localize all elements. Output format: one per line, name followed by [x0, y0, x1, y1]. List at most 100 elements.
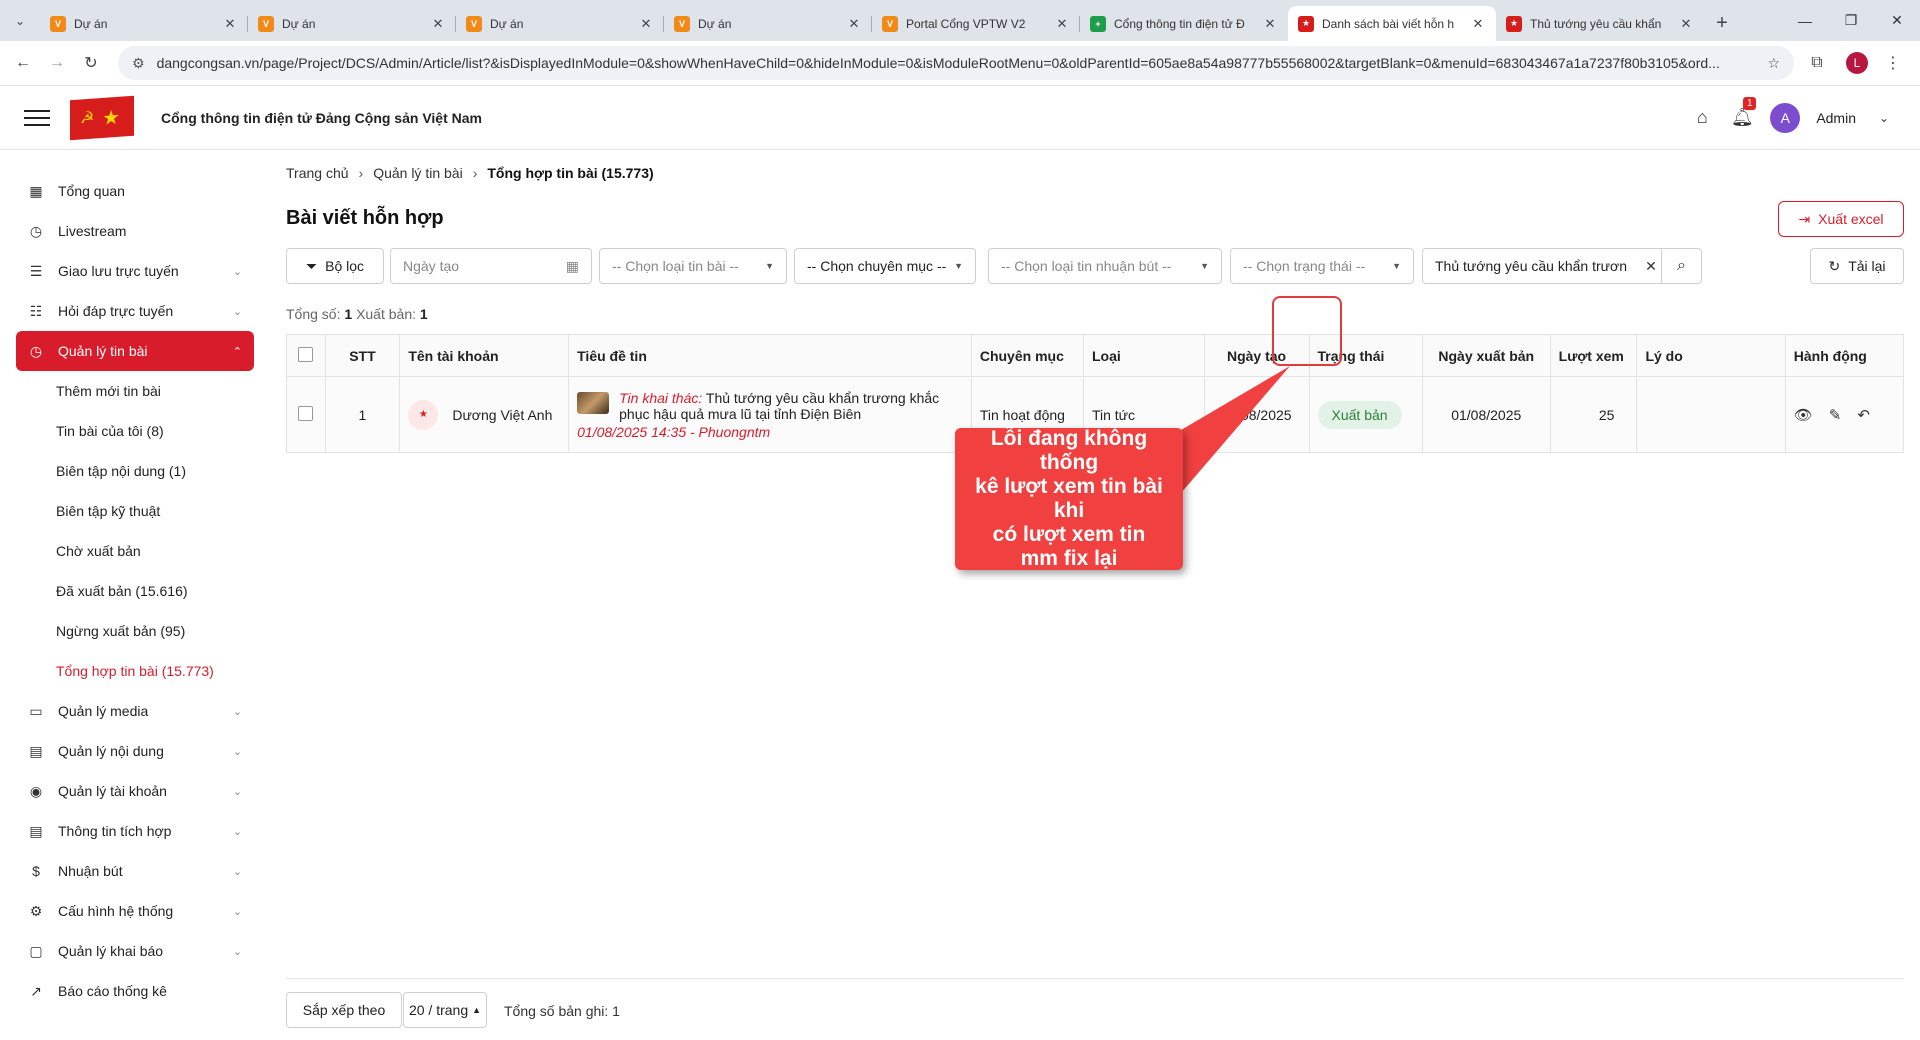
row-stt: 1	[324, 376, 401, 453]
close-icon[interactable]: ✕	[430, 16, 446, 32]
views-highlight-box	[1272, 296, 1342, 366]
sidebar-subitem[interactable]: Biên tập nội dung (1)	[16, 451, 254, 491]
sidebar-subitem[interactable]: Biên tập kỹ thuật	[16, 491, 254, 531]
browser-tab[interactable]: V Dự án ✕	[40, 6, 248, 41]
tab-search-icon[interactable]: ⌄	[0, 0, 40, 41]
select-all-checkbox[interactable]	[286, 334, 326, 377]
reload-button[interactable]: ↻ Tải lại	[1810, 248, 1904, 284]
browser-menu-icon[interactable]: ⋮	[1878, 48, 1908, 78]
royalty-type-select[interactable]: -- Chọn loại tin nhuận bút -- ▼	[988, 248, 1222, 284]
dashboard-icon: ▦	[29, 182, 43, 199]
clear-icon[interactable]: ✕	[1641, 258, 1661, 275]
totals-summary: Tổng số: 1 Xuất bản: 1	[286, 306, 428, 322]
dollar-icon: $	[32, 863, 40, 879]
bookmark-star-icon[interactable]: ☆	[1767, 55, 1780, 72]
browser-tab[interactable]: V Dự án ✕	[456, 6, 664, 41]
edit-pencil-icon[interactable]: ✎	[1829, 406, 1842, 424]
sidebar-subitem[interactable]: Thêm mới tin bài	[16, 371, 254, 411]
site-info-icon[interactable]: ⚙	[132, 55, 145, 72]
video-icon: ▭	[29, 702, 43, 719]
close-icon[interactable]: ✕	[222, 16, 238, 32]
close-icon[interactable]: ✕	[1470, 16, 1486, 32]
close-icon[interactable]: ✕	[1262, 16, 1278, 32]
export-excel-button[interactable]: ⇥ Xuất excel	[1778, 201, 1904, 237]
home-icon[interactable]: ⌂	[1690, 107, 1714, 128]
new-tab-icon[interactable]: +	[1704, 6, 1740, 41]
sidebar-item-cau-hinh[interactable]: ⚙ Cấu hình hệ thống ⌄	[16, 891, 254, 931]
close-icon[interactable]: ✕	[638, 16, 654, 32]
minimize-icon[interactable]: —	[1782, 0, 1828, 41]
hamburger-menu-icon[interactable]	[24, 109, 50, 126]
party-flag-logo: ☭ ★	[70, 95, 134, 140]
breadcrumb-section[interactable]: Quản lý tin bài	[373, 165, 463, 181]
col-header: Loại	[1082, 334, 1205, 377]
sidebar-subitem-current[interactable]: Tổng hợp tin bài (15.773)	[16, 651, 254, 691]
user-name[interactable]: Admin	[1816, 110, 1856, 126]
page-size-select[interactable]: 20 / trang ▲	[403, 992, 487, 1028]
chevron-down-icon: ⌄	[232, 705, 242, 718]
caret-down-icon: ▼	[954, 261, 963, 271]
article-meta: 01/08/2025 14:35 - Phuongntm	[577, 423, 771, 440]
sidebar-subitem[interactable]: Chờ xuất bản	[16, 531, 254, 571]
close-icon[interactable]: ✕	[1678, 16, 1694, 32]
created-date-input[interactable]: Ngày tạo ▦	[390, 248, 592, 284]
sort-select[interactable]: Sắp xếp theo	[286, 992, 402, 1028]
status-badge: Xuất bản	[1317, 400, 1402, 429]
sheets-logo-icon: +	[1090, 15, 1106, 32]
user-avatar[interactable]: A	[1770, 102, 1801, 133]
close-icon[interactable]: ✕	[1054, 16, 1070, 32]
caret-down-icon: ▼	[765, 261, 774, 271]
chevron-down-icon[interactable]: ⌄	[1872, 111, 1896, 125]
close-window-icon[interactable]: ✕	[1874, 0, 1920, 41]
sidebar-item-nhuan-but[interactable]: $ Nhuận bút ⌄	[16, 851, 254, 891]
url-field[interactable]: ⚙ dangcongsan.vn/page/Project/DCS/Admin/…	[118, 46, 1794, 80]
category-select[interactable]: -- Chọn chuyên mục -- ▼	[794, 248, 976, 284]
sidebar-item-livestream[interactable]: ◷ Livestream	[16, 211, 254, 251]
browser-tab[interactable]: ★ Thủ tướng yêu cầu khẩn ✕	[1496, 6, 1704, 41]
status-select[interactable]: -- Chọn trạng thái -- ▼	[1230, 248, 1414, 284]
sidebar-item-tai-khoan[interactable]: ◉ Quản lý tài khoản ⌄	[16, 771, 254, 811]
article-type-select[interactable]: -- Chọn loại tin bài -- ▼	[599, 248, 787, 284]
sidebar-item-tong-quan[interactable]: ▦ Tổng quan	[16, 171, 254, 211]
search-icon[interactable]: ⌕	[1661, 249, 1701, 283]
sidebar-item-bao-cao[interactable]: ↗ Báo cáo thống kê	[16, 971, 254, 1011]
views-cell: 25	[1549, 376, 1638, 453]
revert-icon[interactable]: ↶	[1857, 406, 1870, 424]
sidebar-subitem[interactable]: Đã xuất bản (15.616)	[16, 571, 254, 611]
sidebar-item-giao-luu[interactable]: ☰ Giao lưu trực tuyến ⌄	[16, 251, 254, 291]
bell-icon[interactable]: 🔔︎ 1	[1730, 97, 1757, 128]
browser-tab[interactable]: V Dự án ✕	[664, 6, 872, 41]
created-date-cell: 01/08/2025	[1203, 376, 1310, 453]
sidebar-subitem[interactable]: Tin bài của tôi (8)	[16, 411, 254, 451]
sidebar-item-noi-dung[interactable]: ▤ Quản lý nội dung ⌄	[16, 731, 254, 771]
sidebar-subitem[interactable]: Ngừng xuất bản (95)	[16, 611, 254, 651]
sidebar-item-tich-hop[interactable]: ▤ Thông tin tích hợp ⌄	[16, 811, 254, 851]
col-header: Ngày xuất bản	[1421, 334, 1551, 377]
filter-button[interactable]: ⏷ Bộ lọc	[286, 248, 384, 284]
profile-avatar[interactable]: L	[1846, 52, 1868, 74]
extensions-icon[interactable]: ⧉	[1802, 48, 1832, 78]
sidebar-item-quan-ly-tin-bai[interactable]: ◷ Quản lý tin bài ⌃	[16, 331, 254, 371]
browser-tab[interactable]: V Portal Cổng VPTW V2 ✕	[872, 6, 1080, 41]
actions-cell: 👁︎ ✎ ↶	[1784, 376, 1905, 453]
search-input[interactable]: Thủ tướng yêu cầu khẩn trươn ✕ ⌕	[1422, 248, 1702, 284]
browser-tab-active[interactable]: ★ Danh sách bài viết hỗn h ✕	[1288, 6, 1496, 41]
back-icon[interactable]: ←	[8, 48, 38, 78]
reload-icon[interactable]: ↻	[76, 48, 106, 78]
view-eye-icon[interactable]: 👁︎	[1794, 406, 1813, 424]
browser-tab[interactable]: V Dự án ✕	[248, 6, 456, 41]
breadcrumb-home[interactable]: Trang chủ	[286, 165, 349, 181]
sidebar-item-khai-bao[interactable]: ▢ Quản lý khai báo ⌄	[16, 931, 254, 971]
caret-up-icon: ▲	[472, 1005, 482, 1015]
chevron-down-icon: ⌄	[232, 305, 242, 318]
flag-logo-icon: ★	[1298, 15, 1314, 32]
restore-icon[interactable]: ❐	[1828, 0, 1874, 41]
browser-tab[interactable]: + Cổng thông tin điện tử Đ ✕	[1080, 6, 1288, 41]
chat-icon: ☰	[29, 262, 43, 279]
forward-icon[interactable]: →	[42, 48, 72, 78]
row-checkbox[interactable]	[286, 376, 326, 453]
annotation-callout: Lỗi đang không thống kê lượt xem tin bài…	[955, 427, 1183, 570]
close-icon[interactable]: ✕	[846, 16, 862, 32]
sidebar-item-media[interactable]: ▭ Quản lý media ⌄	[16, 691, 254, 731]
sidebar-item-hoi-dap[interactable]: ☷ Hỏi đáp trực tuyến ⌄	[16, 291, 254, 331]
